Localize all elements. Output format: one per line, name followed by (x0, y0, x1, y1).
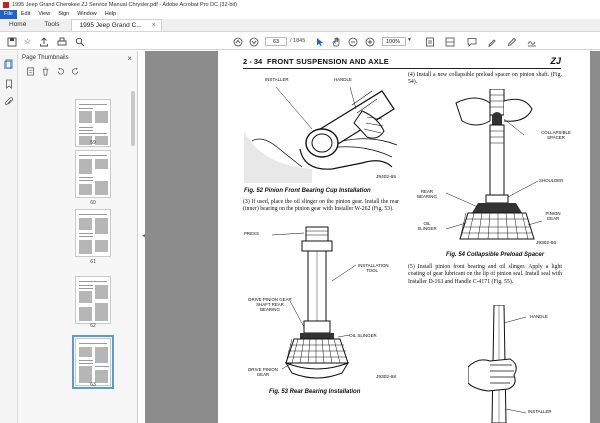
upload-icon[interactable] (38, 36, 49, 47)
thumbnail-options-icon[interactable] (26, 67, 35, 78)
rotate-right-icon[interactable] (71, 67, 80, 78)
close-panel-icon[interactable]: × (127, 54, 132, 63)
draw-icon[interactable] (506, 36, 517, 47)
menu-help[interactable]: Help (101, 10, 120, 19)
attachments-icon[interactable] (4, 97, 14, 107)
tab-document[interactable]: 1995 Jeep Grand C... × (70, 19, 162, 32)
zoom-level-select[interactable]: 100% (382, 37, 406, 46)
main-toolbar: ☆ 63 / 1845 100% ▼ (0, 33, 600, 50)
fig53-label-press: PRESS (244, 231, 259, 236)
fig54-label-collapsible-spacer: COLLAPSIBLE SPACER (541, 130, 571, 140)
bookmark-star-icon[interactable]: ☆ (22, 36, 33, 47)
bookmarks-icon[interactable] (4, 79, 14, 89)
comment-icon[interactable] (466, 36, 477, 47)
acrobat-icon (3, 2, 9, 8)
section-title: FRONT SUSPENSION AND AXLE (267, 57, 389, 66)
close-tab-icon[interactable]: × (152, 20, 156, 32)
next-page-icon[interactable] (248, 36, 259, 47)
fig55-label-handle: HANDLE (530, 314, 548, 319)
fig54-label-shoulder: SHOULDER (539, 178, 564, 183)
fig54-label-pinion-gear: PINION GEAR (545, 211, 561, 221)
step4-text: (4) Install a new collapsible preload sp… (408, 72, 562, 86)
fig53-id: J9302-68 (376, 375, 397, 380)
scroll-mode-icon[interactable] (444, 36, 455, 47)
thumbnail-page-number: 59 (90, 140, 96, 146)
pdf-page: 2 - 34 FRONT SUSPENSION AND AXLE ZJ INST… (218, 51, 590, 423)
sign-icon[interactable] (526, 36, 537, 47)
hand-tool-icon[interactable] (330, 36, 341, 47)
fig54-label-rear-bearing: REAR BEARING (417, 189, 437, 199)
fig52-label-handle: HANDLE (334, 77, 352, 82)
rotate-left-icon[interactable] (56, 67, 65, 78)
highlight-pen-icon[interactable] (486, 36, 497, 47)
page-number-input[interactable]: 63 (265, 37, 287, 46)
thumbnails-title: Page Thumbnails (22, 55, 69, 61)
page-number-label: 2 - 34 (243, 57, 263, 66)
fig55-label-installer: INSTALLER (528, 409, 552, 414)
document-viewer[interactable]: 2 - 34 FRONT SUSPENSION AND AXLE ZJ INST… (145, 51, 600, 423)
prev-page-icon[interactable] (232, 36, 243, 47)
chevron-down-icon[interactable]: ▼ (407, 37, 412, 43)
fig52-caption: Fig. 52 Pinion Front Bearing Cup Install… (244, 188, 371, 194)
zoom-in-icon[interactable] (364, 36, 375, 47)
page-thumbnail[interactable] (75, 276, 111, 324)
fit-page-icon[interactable] (424, 36, 435, 47)
menu-bar: File Edit View Sign Window Help (0, 10, 600, 19)
scrollbar-thumb[interactable] (131, 91, 135, 146)
tab-document-label: 1995 Jeep Grand C... (79, 21, 142, 29)
save-icon[interactable] (6, 36, 17, 47)
page-thumbnail-selected[interactable] (72, 335, 114, 389)
thumbnails-toolbar (18, 65, 138, 79)
page-total-label: / 1845 (290, 38, 306, 44)
fig53-label-oil-slinger: OIL SLINGER (349, 333, 377, 338)
thumbnails-header: Page Thumbnails (18, 51, 138, 65)
fig52-label-installer: INSTALLER (265, 77, 289, 82)
fig53-caption: Fig. 53 Rear Bearing Installation (269, 389, 361, 395)
thumbnail-page-number: 63 (90, 382, 96, 388)
page-thumbnail[interactable] (75, 209, 111, 257)
tab-tools[interactable]: Tools (35, 18, 68, 31)
tab-bar: Home Tools 1995 Jeep Grand C... × (0, 19, 600, 32)
header-rule (243, 68, 561, 69)
select-cursor-icon[interactable] (314, 36, 325, 47)
window-titlebar: 1995 Jeep Grand Cherokee ZJ Service Manu… (0, 0, 600, 10)
step3-text: (3) If used, place the oil slinger on th… (243, 199, 399, 213)
left-navigation-rail (0, 51, 18, 423)
thumbnail-page-number: 60 (90, 200, 96, 206)
fig52-illustration (244, 86, 398, 183)
page-thumbnail[interactable] (75, 150, 111, 198)
fig54-caption: Fig. 54 Collapsible Preload Spacer (446, 252, 545, 258)
zoom-out-icon[interactable] (347, 36, 358, 47)
page-thumbnails-icon[interactable] (4, 59, 14, 70)
thumbnail-page-number: 62 (90, 323, 96, 329)
fig54-id: J9302-66 (536, 241, 557, 246)
search-icon[interactable] (74, 36, 85, 47)
thumbnails-scrollbar[interactable] (130, 81, 136, 421)
delete-page-icon[interactable] (41, 67, 50, 78)
tab-home[interactable]: Home (0, 18, 35, 31)
thumbnails-panel: Page Thumbnails × 59 60 61 62 63 (18, 51, 138, 423)
fig55-illustration (468, 305, 527, 423)
fig54-label-oil-slinger: OIL SLINGER (417, 221, 437, 231)
fig53-label-drive-pinion-shaft: DRIVE PINION GEAR SHAFT REAR BEARING (248, 297, 292, 312)
fig52-id: J9402-65 (376, 175, 397, 180)
print-icon[interactable] (56, 36, 67, 47)
menu-window[interactable]: Window (73, 10, 101, 19)
step5-text: (5) Install pinion front bearing and oil… (408, 264, 562, 285)
model-code: ZJ (550, 56, 561, 66)
fig53-label-installation-tool: INSTALLATION TOOL (358, 263, 389, 273)
fig53-label-drive-pinion-gear: DRIVE PINION GEAR (248, 367, 278, 377)
window-title: 1995 Jeep Grand Cherokee ZJ Service Manu… (12, 2, 238, 8)
thumbnail-page-number: 61 (90, 259, 96, 265)
